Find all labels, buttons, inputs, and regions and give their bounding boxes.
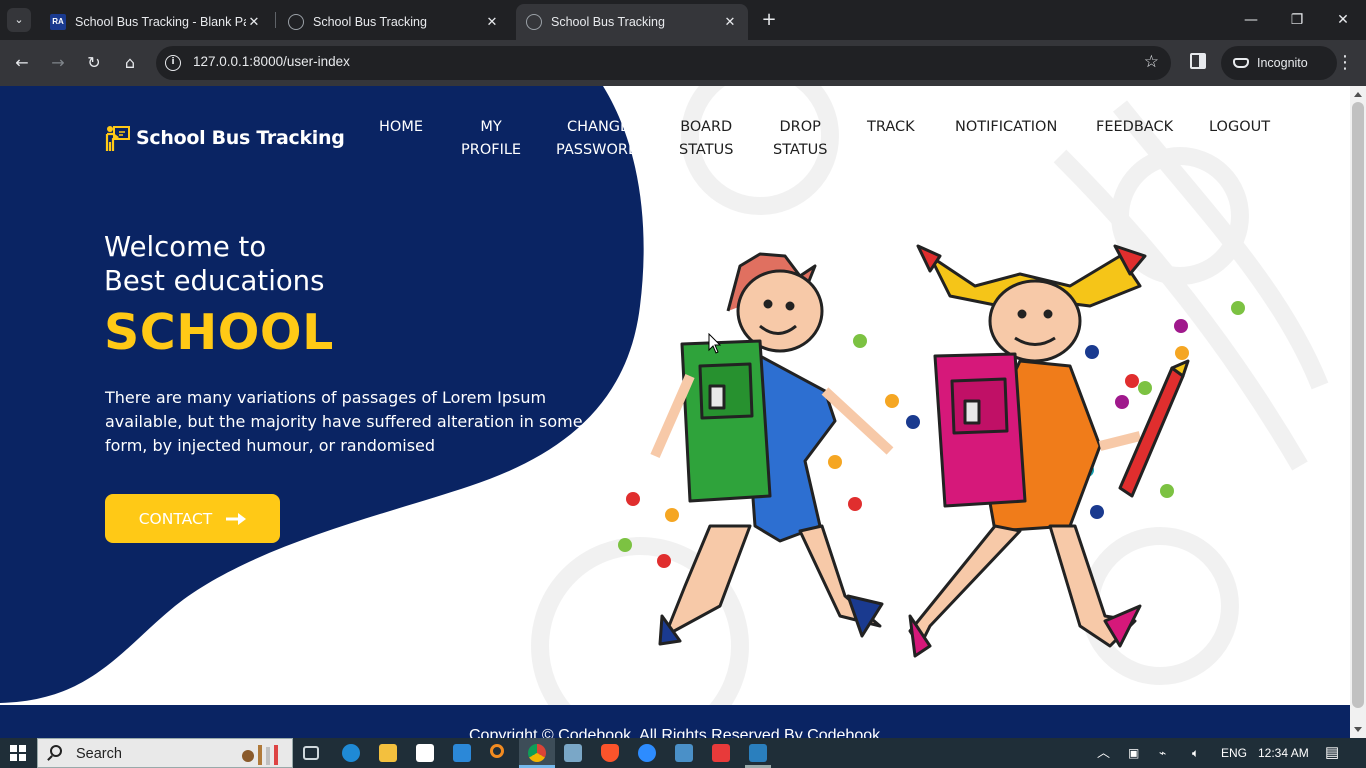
incognito-badge[interactable]: Incognito — [1221, 46, 1337, 80]
clock[interactable]: 12:34 AM — [1258, 738, 1309, 768]
tab-separator — [275, 12, 276, 28]
nav-drop-status[interactable]: DROP STATUS — [773, 116, 827, 162]
installer-icon[interactable] — [749, 744, 767, 762]
windows-taskbar: Search ︿ ▣ ⌁ 🔈︎ ENG 12:34 AM ▤ — [0, 738, 1366, 768]
scrollbar-thumb[interactable] — [1352, 102, 1364, 708]
tab-title: School Bus Tracking — [551, 15, 665, 29]
browser-tabstrip: ⌄ RA School Bus Tracking - Blank Pa ✕ Sc… — [0, 0, 1366, 40]
globe-icon — [526, 14, 542, 30]
search-everything-icon[interactable] — [490, 744, 504, 758]
incognito-icon — [1233, 58, 1249, 68]
nav-home-label: HOME — [379, 119, 423, 135]
language-indicator[interactable]: ENG — [1221, 738, 1247, 768]
tray-overflow-icon[interactable]: ︿ — [1097, 738, 1110, 768]
browser-tab-2[interactable]: School Bus Tracking ✕ — [278, 4, 510, 40]
home-icon[interactable]: ⌂ — [118, 51, 142, 75]
nav-my-profile-label-1: MY — [480, 119, 502, 135]
windows-start-icon[interactable] — [10, 745, 26, 761]
search-icon — [50, 745, 62, 757]
nav-board-status-label-1: BOARD — [680, 119, 733, 135]
copyright-text: Copyright © Codebook. All Rights Reserve… — [469, 727, 881, 738]
store-app-icon[interactable] — [416, 744, 434, 762]
file-explorer-icon[interactable] — [379, 744, 397, 762]
nav-change-password[interactable]: CHANGE PASSWORD — [556, 116, 632, 162]
search-highlight-icon — [242, 745, 278, 765]
nav-track[interactable]: TRACK — [867, 116, 915, 139]
reload-icon[interactable]: ↻ — [82, 51, 106, 75]
nav-my-profile[interactable]: MY PROFILE — [461, 116, 521, 162]
network-icon[interactable]: ⌁ — [1159, 738, 1166, 768]
site-footer: Copyright © Codebook. All Rights Reserve… — [0, 705, 1350, 738]
browser-tab-1[interactable]: RA School Bus Tracking - Blank Pa ✕ — [40, 4, 272, 40]
minimize-icon[interactable]: — — [1228, 0, 1274, 40]
ra-favicon-icon: RA — [50, 14, 66, 30]
contact-button-label: CONTACT — [138, 509, 213, 528]
tab-title: School Bus Tracking - Blank Pa — [75, 15, 246, 29]
address-bar[interactable]: i 127.0.0.1:8000/user-index ☆ — [156, 46, 1171, 80]
close-window-icon[interactable]: ✕ — [1320, 0, 1366, 40]
hero-line-2: Best educations — [104, 265, 325, 297]
url-text[interactable]: 127.0.0.1:8000/user-index — [193, 54, 350, 69]
mouse-cursor-icon — [708, 333, 722, 354]
girl-figure — [908, 244, 1190, 658]
tab-search-button[interactable]: ⌄ — [7, 8, 31, 32]
hero-subtitle: Welcome to Best educations — [104, 230, 324, 298]
task-view-icon[interactable] — [303, 746, 319, 760]
site-info-icon[interactable]: i — [165, 55, 181, 71]
remote-desktop-icon[interactable] — [675, 744, 693, 762]
new-tab-icon[interactable]: + — [758, 8, 780, 32]
main-navigation: HOME MY PROFILE CHANGE PASSWORD BOARD STATU… — [0, 116, 1350, 176]
vscode-icon[interactable] — [453, 744, 471, 762]
close-tab-icon[interactable]: ✕ — [722, 14, 738, 30]
close-tab-icon[interactable]: ✕ — [484, 14, 500, 30]
app-window-icon[interactable] — [564, 744, 582, 762]
back-arrow-icon[interactable]: ← — [10, 51, 34, 75]
tray-app-icon[interactable]: ▣ — [1128, 738, 1139, 768]
browser-tab-3-active[interactable]: School Bus Tracking ✕ — [516, 4, 748, 40]
school-kids-illustration — [618, 244, 1245, 658]
hero-description: There are many variations of passages of… — [105, 388, 583, 455]
forward-arrow-icon[interactable]: → — [46, 51, 70, 75]
nav-drop-status-label-1: DROP — [779, 119, 821, 135]
edge-browser-icon[interactable] — [342, 744, 360, 762]
contact-button[interactable]: CONTACT — [105, 494, 280, 543]
taskbar-search-box[interactable]: Search — [37, 738, 293, 768]
scroll-down-icon[interactable] — [1354, 727, 1362, 732]
web-page: School Bus Tracking HOME MY PROFILE CHANG… — [0, 86, 1350, 738]
nav-change-password-label-2: PASSWORD — [556, 142, 632, 158]
nav-drop-status-label-2: STATUS — [773, 142, 828, 158]
chrome-icon[interactable] — [528, 744, 546, 762]
page-scrollbar[interactable] — [1350, 86, 1366, 738]
nav-logout[interactable]: LOGOUT — [1209, 116, 1270, 139]
bookmark-star-icon[interactable]: ☆ — [1144, 52, 1159, 72]
zoom-icon[interactable] — [638, 744, 656, 762]
side-panel-icon[interactable] — [1190, 53, 1206, 69]
nav-my-profile-label-2: PROFILE — [461, 142, 522, 158]
anydesk-icon[interactable] — [712, 744, 730, 762]
volume-icon[interactable]: 🔈︎ — [1192, 738, 1199, 768]
nav-change-password-label-1: CHANGE — [567, 119, 630, 135]
brave-browser-icon[interactable] — [601, 744, 619, 762]
browser-menu-icon[interactable]: ⋮ — [1336, 52, 1354, 73]
nav-board-status-label-2: STATUS — [679, 142, 734, 158]
notification-center-icon[interactable]: ▤ — [1325, 738, 1339, 768]
hero-title: SCHOOL — [104, 304, 334, 361]
restore-icon[interactable]: ❐ — [1274, 0, 1320, 40]
scroll-up-icon[interactable] — [1354, 92, 1362, 97]
tab-title: School Bus Tracking — [313, 15, 427, 29]
nav-board-status[interactable]: BOARD STATUS — [679, 116, 733, 162]
incognito-label: Incognito — [1257, 56, 1308, 70]
arrow-right-icon — [226, 512, 247, 525]
nav-feedback[interactable]: FEEDBACK — [1096, 116, 1173, 139]
nav-home[interactable]: HOME — [379, 116, 423, 139]
hero-line-1: Welcome to — [104, 231, 267, 263]
globe-icon — [288, 14, 304, 30]
nav-notification[interactable]: NOTIFICATION — [955, 116, 1057, 139]
close-tab-icon[interactable]: ✕ — [246, 14, 262, 30]
taskbar-search-label: Search — [76, 746, 122, 762]
browser-toolbar: ← → ↻ ⌂ i 127.0.0.1:8000/user-index ☆ In… — [0, 40, 1366, 86]
boy-figure — [650, 252, 894, 646]
